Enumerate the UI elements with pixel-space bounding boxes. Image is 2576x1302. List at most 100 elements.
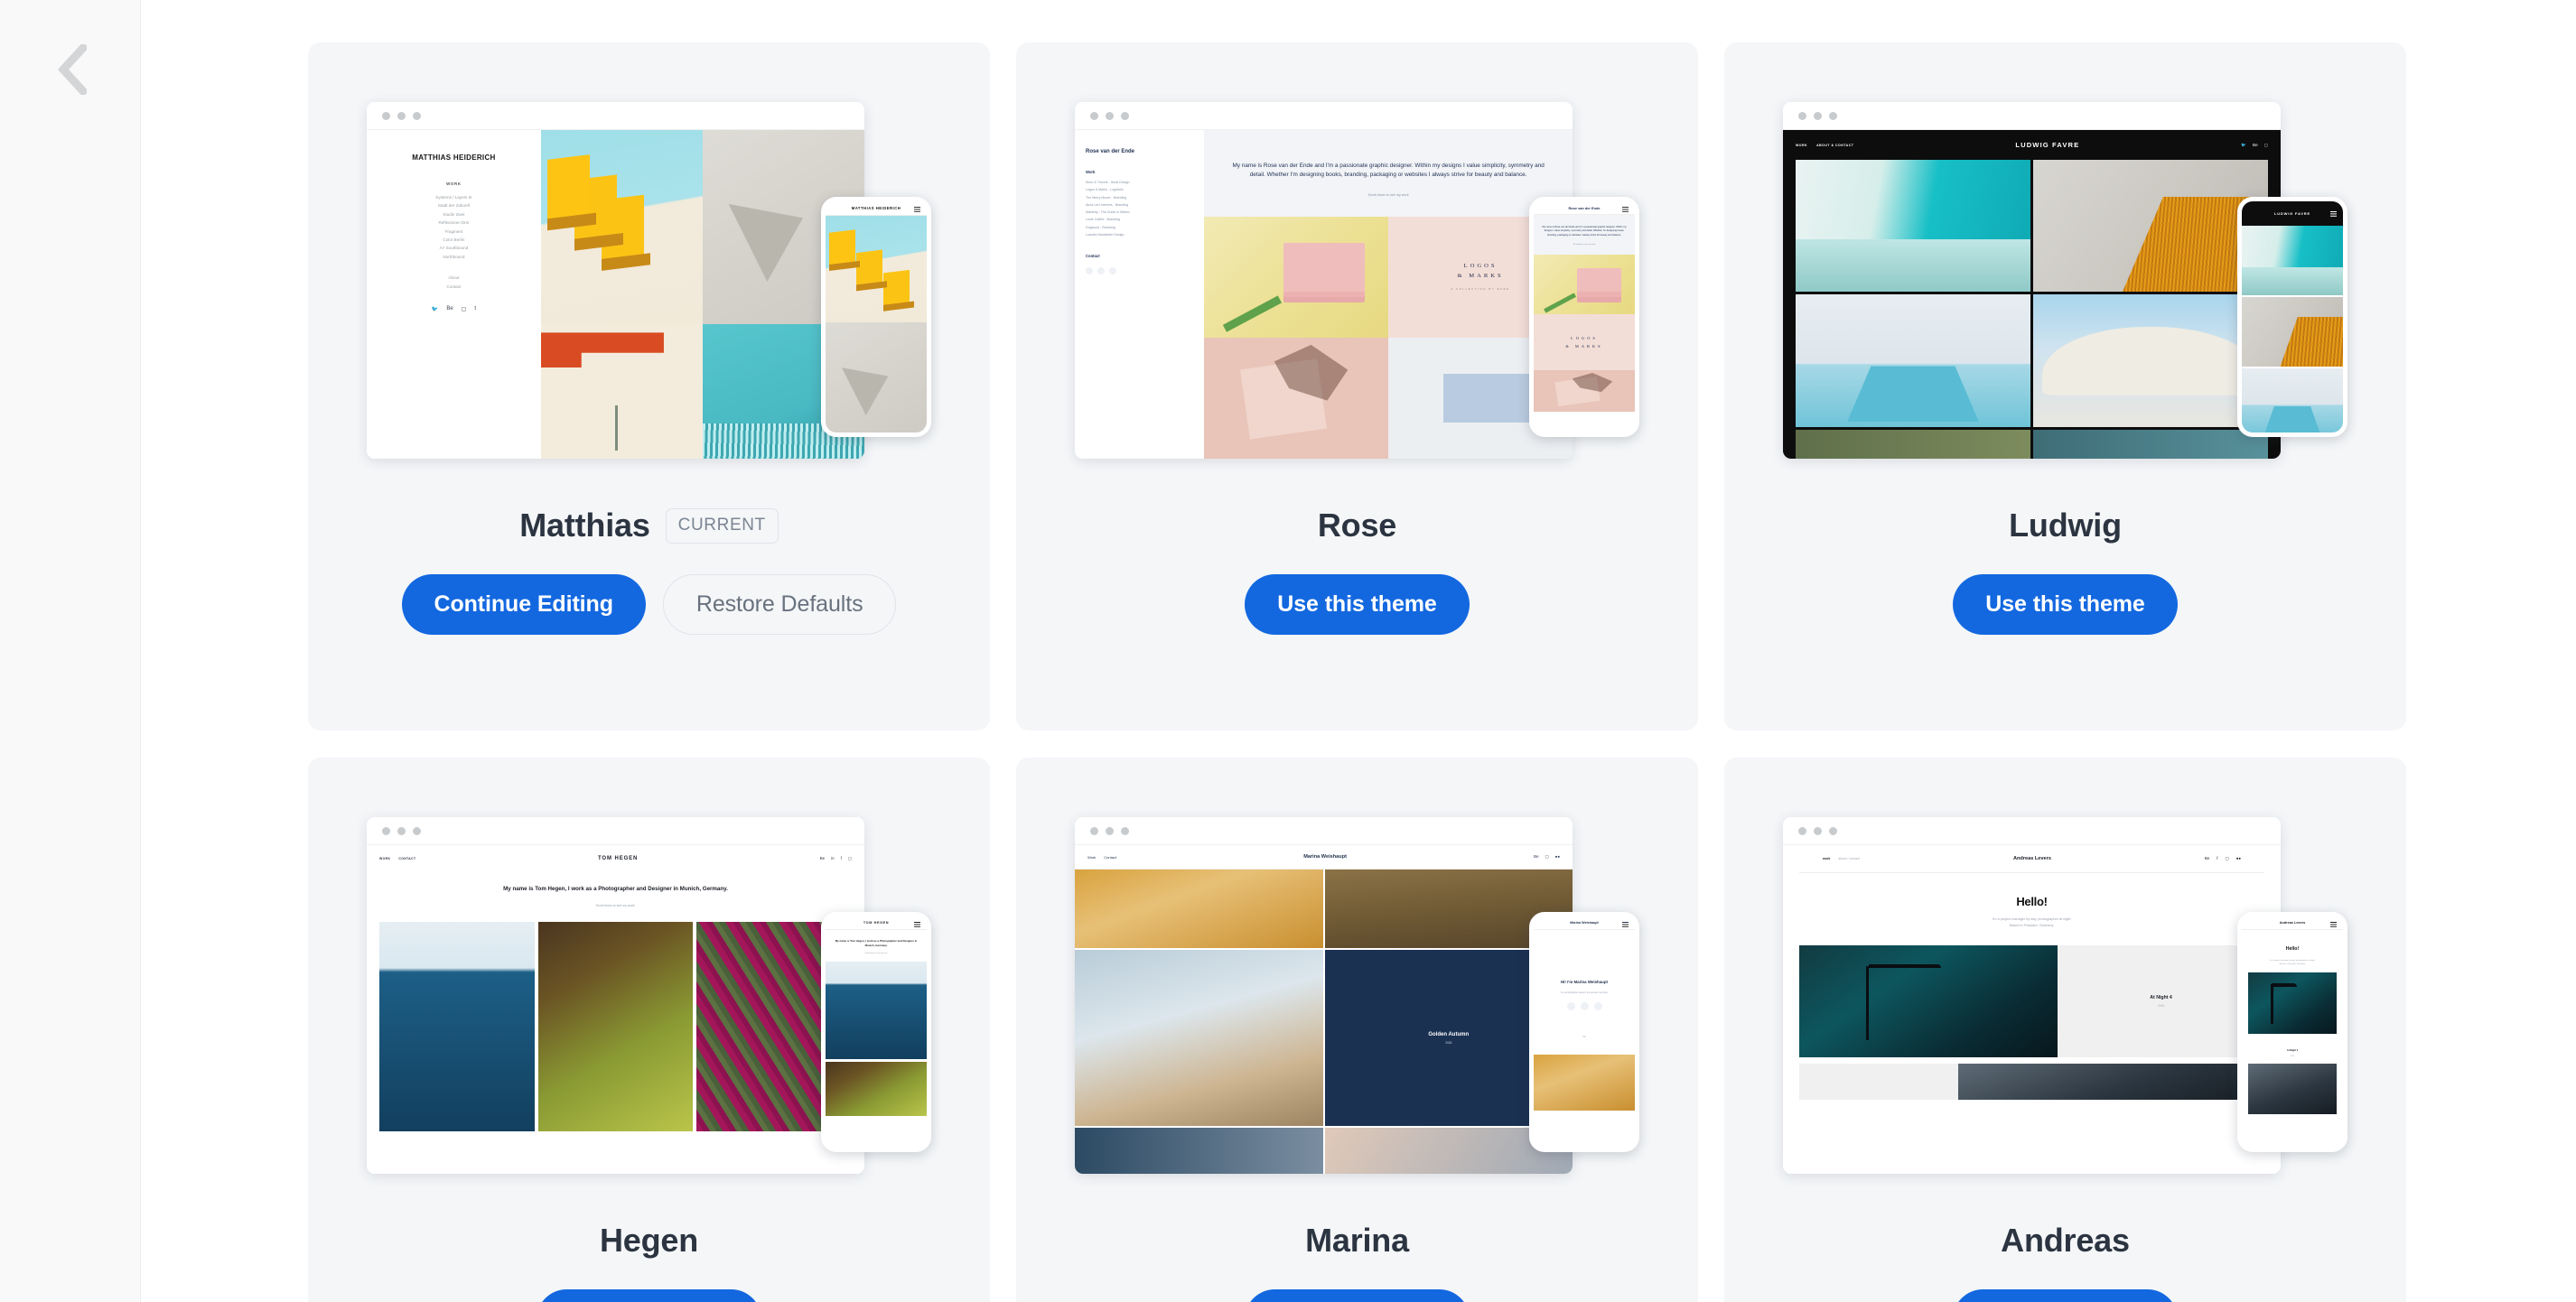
theme-picker-page: MATTHIAS HEIDERICH WORK Systems / Layers…: [0, 0, 2576, 1302]
browser-dot: [413, 111, 421, 120]
flickr-icon: ●●: [2235, 856, 2241, 860]
theme-preview-hegen: WORK CONTACT TOM HEGEN Be in f ▢ My name…: [367, 817, 931, 1196]
theme-name: Hegen: [599, 1222, 699, 1259]
browser-titlebar: [1075, 102, 1573, 130]
use-this-theme-button[interactable]: Use this theme: [1245, 574, 1470, 635]
phone-mock: Andreas Levers Hello! I'm a project mana…: [2237, 912, 2347, 1152]
theme-card-hegen[interactable]: WORK CONTACT TOM HEGEN Be in f ▢ My name…: [308, 758, 990, 1302]
behance-icon: Be: [819, 856, 826, 860]
browser-dot: [1121, 826, 1129, 835]
site-gallery: Golden Autumn 2018: [1075, 870, 1573, 1174]
hamburger-menu-icon: [2330, 211, 2337, 212]
browser-content: WORK CONTACT TOM HEGEN Be in f ▢ My name…: [367, 845, 864, 1174]
phone-mock: TOM HEGEN My name is Tom Hegen, I work a…: [821, 912, 931, 1152]
use-this-theme-button[interactable]: Use this theme: [1245, 1289, 1470, 1302]
gallery-tile: [2033, 294, 2268, 427]
hero-heading-mobile: Hello!: [2285, 946, 2300, 952]
behance-icon: [1566, 1002, 1575, 1010]
site-title: Rose van der Ende: [1086, 149, 1135, 154]
site-nav-item: Systems / Layers III: [435, 195, 472, 200]
gallery-tile: [1204, 216, 1389, 338]
gallery-tile: [537, 921, 694, 1131]
site-social-links: [1541, 1002, 1628, 1010]
instagram-icon: ▢: [1545, 854, 1549, 859]
gallery-tile: LOGOS & MARKS: [1534, 314, 1635, 371]
browser-mock: Rose van der Ende Work Kleur & Theorie -…: [1075, 102, 1573, 459]
browser-content: work about / contact Andreas Levers Be f…: [1783, 845, 2281, 1174]
gallery-tile: [2242, 368, 2343, 432]
gallery-tile: [1204, 337, 1389, 459]
theme-name: Marina: [1305, 1222, 1409, 1259]
site-title: TOM HEGEN: [597, 856, 639, 861]
browser-dot: [1798, 111, 1806, 120]
phone-header: MATTHIAS HEIDERICH: [826, 201, 927, 216]
site-header: WORK ABOUT & CONTACT LUDWIG FAVRE 🐦 Be ▢: [1783, 130, 2281, 160]
site-title-mobile: Marina Weishaupt: [1570, 921, 1599, 925]
continue-editing-button[interactable]: Continue Editing: [401, 574, 646, 635]
site-gallery: [540, 130, 864, 459]
theme-title-row: Rose: [1318, 507, 1396, 544]
theme-card-rose[interactable]: Rose van der Ende Work Kleur & Theorie -…: [1016, 42, 1698, 730]
browser-titlebar: [367, 817, 864, 845]
tile-year: 2016: [2290, 1056, 2295, 1058]
use-this-theme-button[interactable]: Use this theme: [537, 1289, 761, 1302]
gallery-tile: [826, 1062, 927, 1117]
phone-hero: My name is Rose van der Ende and I'm a p…: [1534, 215, 1635, 256]
theme-name: Rose: [1317, 507, 1397, 544]
use-this-theme-button[interactable]: Use this theme: [1953, 574, 2178, 635]
site-title-mobile: Rose van der Ende: [1568, 205, 1601, 210]
theme-actions: Use this theme: [1953, 1289, 2178, 1302]
instagram-icon: ▢: [2263, 142, 2268, 147]
site-hero: My name is Tom Hegen, I work as a Photog…: [367, 872, 864, 907]
hero-subtext-mobile: Scroll down to see my work!: [864, 953, 888, 955]
site-title-mobile: Andreas Levers: [2279, 921, 2306, 925]
theme-card-andreas[interactable]: work about / contact Andreas Levers Be f…: [1724, 758, 2406, 1302]
gallery-spacer: [1799, 1064, 1959, 1101]
theme-name: Matthias: [519, 507, 650, 544]
gallery-tile: [2033, 160, 2268, 293]
gallery-tile: [379, 921, 535, 1131]
theme-title-row: Hegen: [600, 1222, 698, 1260]
browser-content: MATTHIAS HEIDERICH WORK Systems / Layers…: [367, 130, 864, 459]
site-nav-list: work about / contact: [1823, 857, 1860, 860]
restore-defaults-button[interactable]: Restore Defaults: [662, 574, 897, 635]
theme-card-marina[interactable]: Work Contact Marina Weishaupt Be ▢ ●● Go…: [1016, 758, 1698, 1302]
site-nav-item: Studie Zwei: [443, 211, 465, 217]
site-nav-item: About: [448, 275, 460, 281]
site-social-links: Be ▢ ●●: [1534, 854, 1560, 860]
theme-preview-ludwig: WORK ABOUT & CONTACT LUDWIG FAVRE 🐦 Be ▢: [1783, 102, 2347, 481]
hero-text-mobile: My name is Rose van der Ende and I'm a p…: [1542, 226, 1627, 237]
site-nav-item: Northbound: [443, 254, 465, 259]
tile-title: LOGOS: [1571, 336, 1598, 341]
site-nav-item: Masterly - The Dutch in Milano: [1086, 210, 1130, 215]
hamburger-menu-icon: [1622, 207, 1629, 208]
mobile-subtext: I'm a photographer based in the southern…: [1560, 992, 1609, 994]
theme-grid-scroll-area[interactable]: MATTHIAS HEIDERICH WORK Systems / Layers…: [142, 0, 2576, 1302]
gallery-tile: [2248, 972, 2337, 1035]
gallery-tile: [2248, 1064, 2337, 1115]
site-nav-heading: Work: [1086, 170, 1096, 174]
site-nav-item: Work: [1087, 854, 1097, 860]
gallery-caption: At Night 4 2016: [2242, 1034, 2343, 1064]
browser-dot: [1106, 111, 1114, 120]
use-this-theme-button[interactable]: Use this theme: [1953, 1289, 2178, 1302]
phone-mock: LUDWIG FAVRE: [2237, 197, 2347, 437]
theme-preview-andreas: work about / contact Andreas Levers Be f…: [1783, 817, 2347, 1196]
site-gallery: [1783, 160, 2281, 459]
browser-content: WORK ABOUT & CONTACT LUDWIG FAVRE 🐦 Be ▢: [1783, 130, 2281, 459]
browser-dot: [1090, 826, 1098, 835]
theme-card-ludwig[interactable]: WORK ABOUT & CONTACT LUDWIG FAVRE 🐦 Be ▢: [1724, 42, 2406, 730]
site-nav-item: WORK: [379, 857, 391, 860]
browser-dot: [397, 111, 406, 120]
theme-grid: MATTHIAS HEIDERICH WORK Systems / Layers…: [142, 0, 2576, 1302]
site-nav-item: Dogwood - Branding: [1086, 225, 1115, 229]
theme-card-matthias[interactable]: MATTHIAS HEIDERICH WORK Systems / Layers…: [308, 42, 990, 730]
flickr-icon: ●●: [1554, 854, 1560, 859]
tile-title-2: & MARKS: [1565, 344, 1603, 349]
browser-mock: MATTHIAS HEIDERICH WORK Systems / Layers…: [367, 102, 864, 459]
theme-name: Ludwig: [2009, 507, 2122, 544]
linkedin-icon: [1086, 267, 1093, 275]
back-button[interactable]: [45, 43, 98, 96]
gallery-tile: [1075, 1128, 1323, 1174]
site-hero: Hello! I'm a project manager by day, pho…: [1783, 873, 2281, 929]
